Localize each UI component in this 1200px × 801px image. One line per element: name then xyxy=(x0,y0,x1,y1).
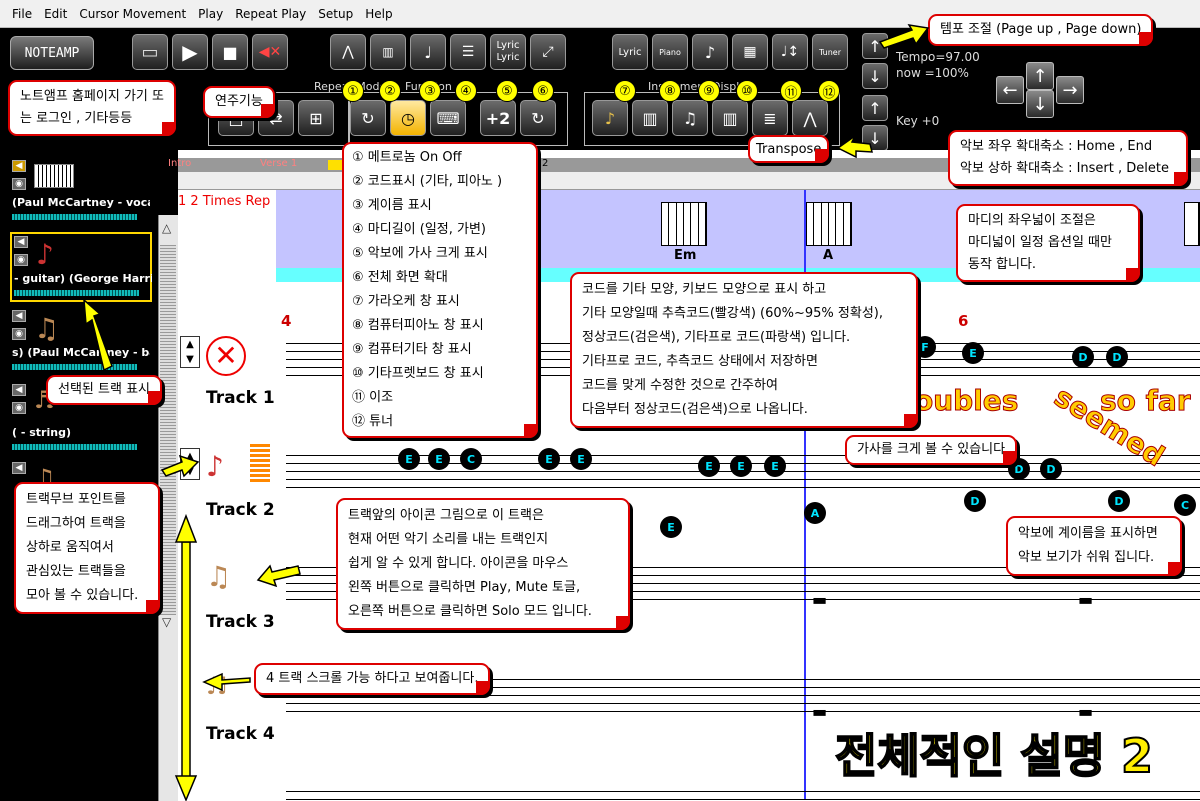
arrow-scroll xyxy=(202,672,251,692)
big-title: 전체적인 설명 2 xyxy=(834,728,1154,784)
noteamp-app: File Edit Cursor Movement Play Repeat Pl… xyxy=(0,0,1200,801)
arrow-vertical-bottom xyxy=(174,775,198,801)
annotation-arrows xyxy=(83,24,930,801)
arrow-icon xyxy=(256,564,301,588)
arrow-vertical-shaft xyxy=(181,541,191,779)
arrow-selected-track xyxy=(83,298,113,372)
arrow-track-move xyxy=(160,454,200,478)
arrow-transpose xyxy=(836,135,873,159)
arrow-vertical-top xyxy=(174,513,198,543)
arrow-tempo xyxy=(878,24,930,49)
